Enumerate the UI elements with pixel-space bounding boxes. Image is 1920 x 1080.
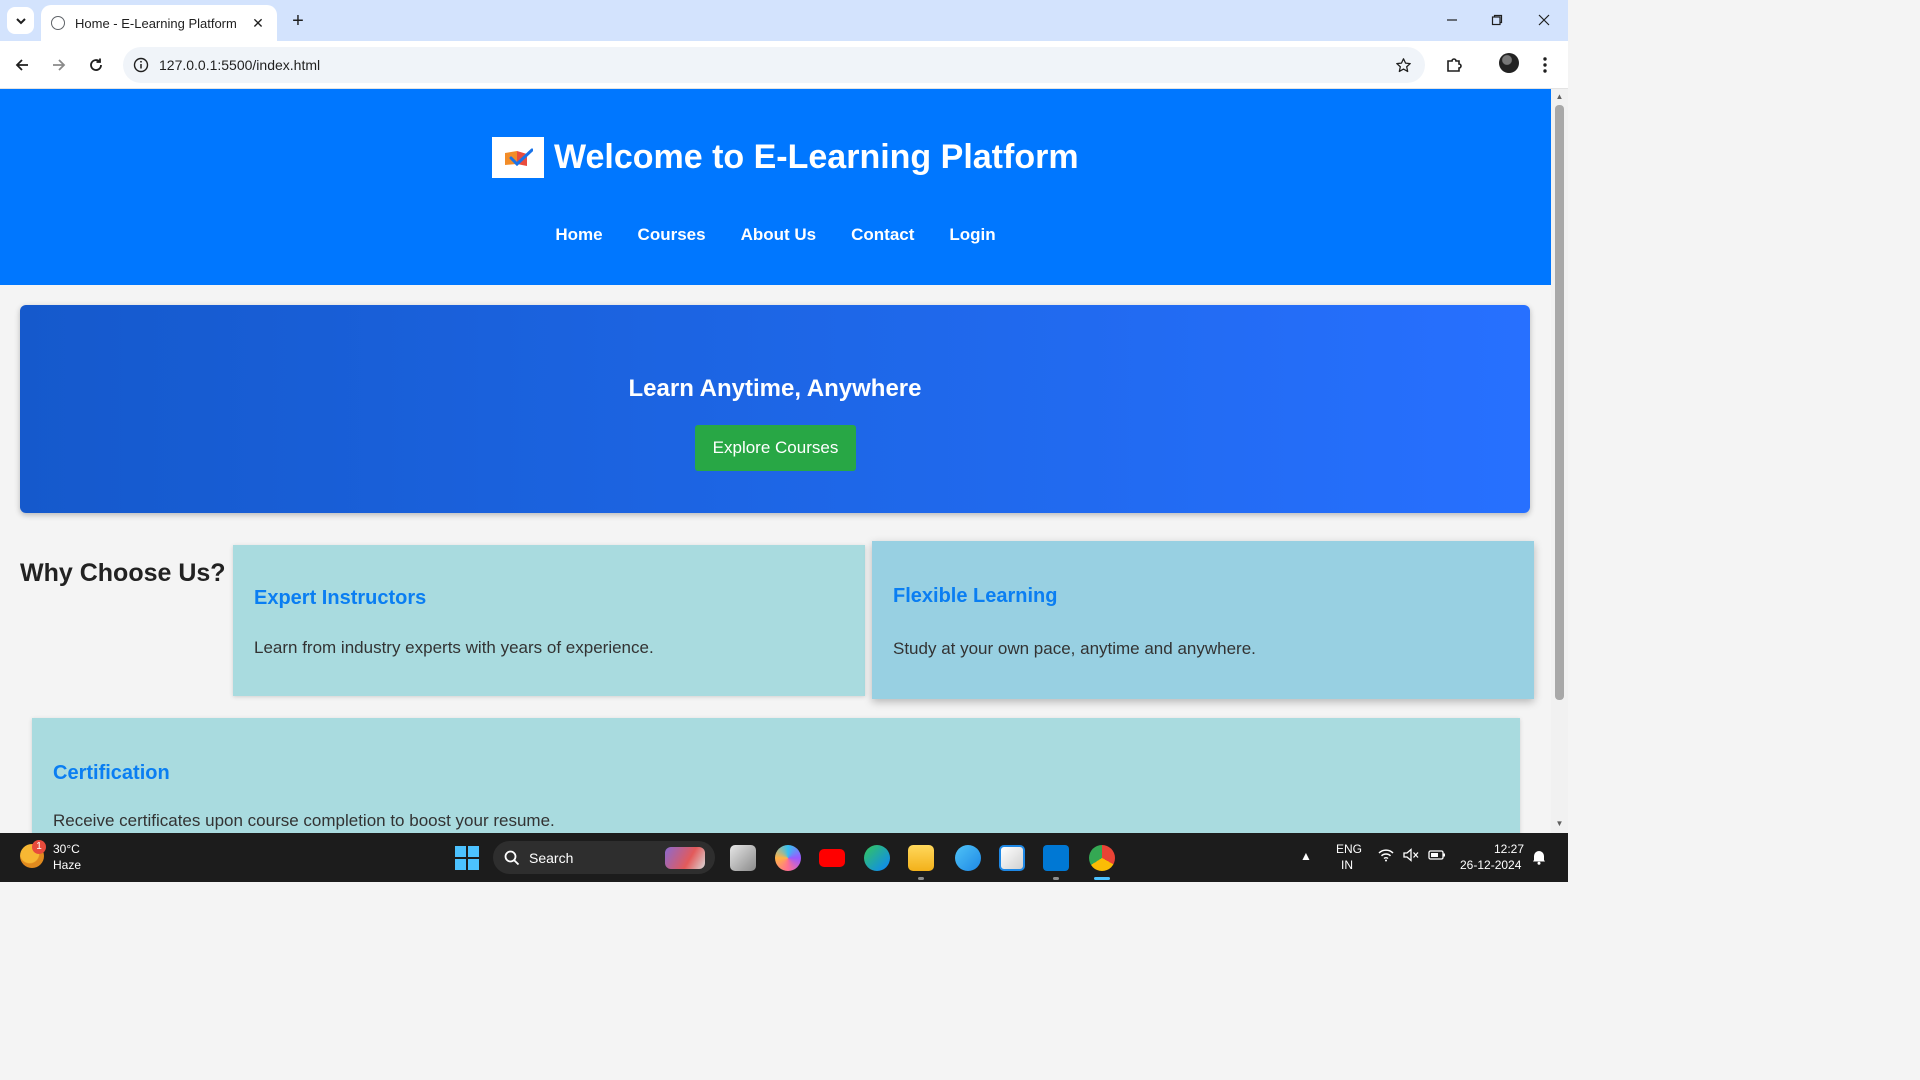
restore-button[interactable] xyxy=(1482,8,1512,32)
weather-badge: 1 xyxy=(32,840,46,854)
feature-text: Learn from industry experts with years o… xyxy=(254,638,654,657)
reload-button[interactable] xyxy=(84,53,108,77)
language-indicator[interactable]: ENG xyxy=(1336,842,1362,856)
hero-banner: Learn Anytime, Anywhere Explore Courses xyxy=(20,305,1530,513)
globe-icon xyxy=(51,16,65,30)
task-view-icon[interactable] xyxy=(730,845,756,871)
close-tab-icon[interactable]: ✕ xyxy=(249,14,267,32)
profile-avatar[interactable] xyxy=(1499,53,1519,73)
chevron-up-icon[interactable]: ▲ xyxy=(1300,849,1312,863)
clock-date[interactable]: 26-12-2024 xyxy=(1460,858,1521,872)
taskbar-search[interactable]: Search xyxy=(493,841,715,874)
chrome-icon[interactable] xyxy=(1089,845,1115,871)
youtube-icon[interactable] xyxy=(819,849,845,867)
site-title: Welcome to E-Learning Platform xyxy=(554,138,1079,176)
feature-text: Receive certificates upon course complet… xyxy=(53,811,555,830)
help-icon[interactable] xyxy=(955,845,981,871)
windows-taskbar: 1 30°C Haze Search ▲ ENG IN 12:27 26-12-… xyxy=(0,833,1568,882)
system-tray[interactable] xyxy=(1378,848,1446,862)
scroll-up-icon[interactable]: ▲ xyxy=(1555,93,1564,101)
browser-toolbar: 127.0.0.1:5500/index.html xyxy=(0,41,1568,89)
extensions-button[interactable] xyxy=(1442,53,1466,77)
browser-tab-bar: Home - E-Learning Platform ✕ + xyxy=(0,0,1568,41)
site-header: Welcome to E-Learning Platform Home Cour… xyxy=(0,89,1551,285)
feature-title: Expert Instructors xyxy=(254,587,427,609)
nav-contact[interactable]: Contact xyxy=(851,225,914,245)
page-scrollbar[interactable]: ▲ ▼ xyxy=(1551,89,1568,833)
address-bar[interactable]: 127.0.0.1:5500/index.html xyxy=(123,47,1425,83)
page-viewport: Welcome to E-Learning Platform Home Cour… xyxy=(0,89,1551,833)
wifi-icon xyxy=(1378,849,1394,862)
battery-icon xyxy=(1428,850,1445,860)
search-icon xyxy=(504,850,520,865)
why-choose-us-heading: Why Choose Us? xyxy=(20,559,226,587)
microsoft-store-icon[interactable] xyxy=(999,845,1025,871)
feature-title: Certification xyxy=(53,762,170,784)
weather-description[interactable]: Haze xyxy=(53,858,81,872)
new-tab-button[interactable]: + xyxy=(286,9,310,33)
copilot-icon[interactable] xyxy=(775,845,801,871)
running-indicator xyxy=(1053,877,1059,880)
feature-card-certification: Certification Receive certificates upon … xyxy=(32,718,1520,833)
logo-icon xyxy=(505,148,533,166)
scroll-thumb[interactable] xyxy=(1555,105,1564,700)
notification-bell-icon[interactable] xyxy=(1532,849,1546,865)
search-label: Search xyxy=(529,849,574,866)
active-app-indicator xyxy=(1094,877,1110,880)
tab-search-button[interactable] xyxy=(7,7,34,34)
arrow-left-icon xyxy=(15,59,28,71)
scroll-down-icon[interactable]: ▼ xyxy=(1555,820,1564,828)
minimize-button[interactable] xyxy=(1437,8,1467,32)
vscode-icon[interactable] xyxy=(1043,845,1069,871)
chevron-down-icon xyxy=(15,17,26,24)
close-window-button[interactable] xyxy=(1529,8,1559,32)
running-indicator xyxy=(918,877,924,880)
restore-icon xyxy=(1491,14,1503,26)
volume-muted-icon xyxy=(1403,848,1419,862)
hero-title: Learn Anytime, Anywhere xyxy=(628,375,922,402)
back-button[interactable] xyxy=(10,53,34,77)
url-text[interactable]: 127.0.0.1:5500/index.html xyxy=(159,57,1385,73)
nav-login[interactable]: Login xyxy=(949,225,995,245)
browser-menu-button[interactable] xyxy=(1533,53,1557,77)
weather-temperature[interactable]: 30°C xyxy=(53,842,80,856)
nav-courses[interactable]: Courses xyxy=(638,225,706,245)
edge-icon[interactable] xyxy=(864,845,890,871)
arrow-right-icon xyxy=(53,59,66,71)
windows-logo-icon xyxy=(455,846,466,857)
feature-card-expert-instructors: Expert Instructors Learn from industry e… xyxy=(233,545,865,696)
site-info-icon[interactable] xyxy=(123,47,159,83)
nav-home[interactable]: Home xyxy=(555,225,602,245)
feature-title: Flexible Learning xyxy=(893,585,1058,607)
tab-title: Home - E-Learning Platform xyxy=(75,15,237,31)
main-nav: Home Courses About Us Contact Login xyxy=(0,225,1551,245)
start-button[interactable] xyxy=(455,846,479,870)
feature-text: Study at your own pace, anytime and anyw… xyxy=(893,639,1256,658)
site-logo xyxy=(492,137,544,178)
puzzle-icon xyxy=(1447,58,1462,72)
explore-courses-button[interactable]: Explore Courses xyxy=(695,425,856,471)
file-explorer-icon[interactable] xyxy=(908,845,934,871)
browser-tab-active[interactable]: Home - E-Learning Platform ✕ xyxy=(41,5,277,41)
forward-button[interactable] xyxy=(47,53,71,77)
language-region[interactable]: IN xyxy=(1341,858,1353,872)
minimize-icon xyxy=(1447,19,1457,21)
nav-about-us[interactable]: About Us xyxy=(741,225,817,245)
search-highlight-image xyxy=(665,847,705,869)
close-icon xyxy=(1538,14,1550,26)
reload-icon xyxy=(90,58,102,71)
bookmark-star-icon[interactable] xyxy=(1385,47,1421,83)
more-vertical-icon xyxy=(1543,57,1547,73)
clock-time[interactable]: 12:27 xyxy=(1494,842,1524,856)
feature-card-flexible-learning: Flexible Learning Study at your own pace… xyxy=(872,541,1534,699)
